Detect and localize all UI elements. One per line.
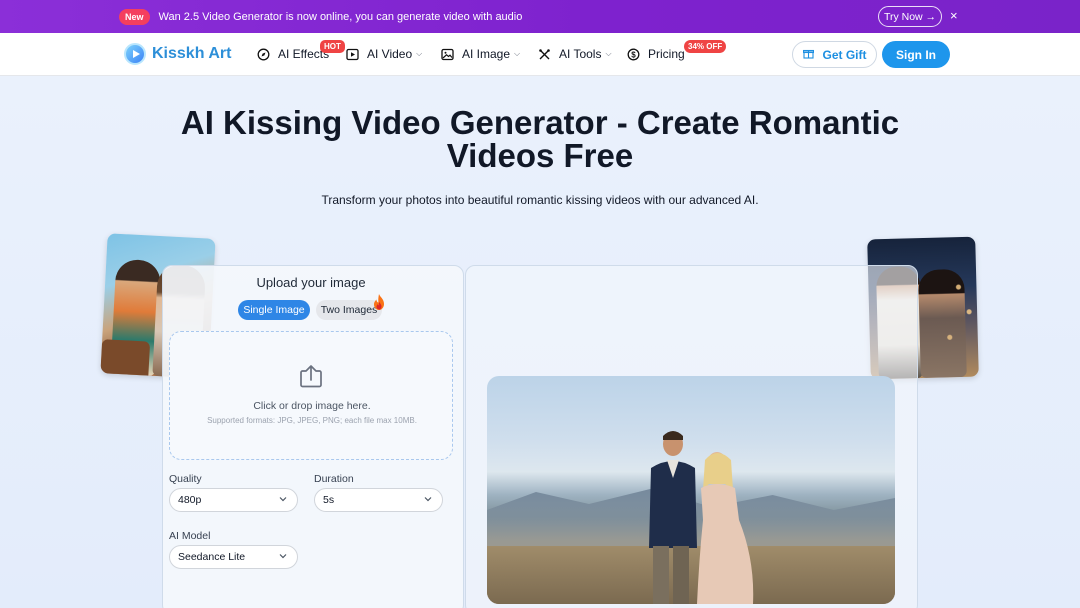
announcement-text: Wan 2.5 Video Generator is now online, y…: [158, 10, 523, 23]
video-play-icon: [346, 48, 359, 61]
chevron-down-icon: ⌵: [514, 49, 521, 58]
top-nav: Kisskh Art AI Effects HOT AI Video ⌵ AI …: [0, 33, 1080, 76]
try-now-button[interactable]: Try Now →: [878, 6, 942, 27]
tab-single-image[interactable]: Single Image: [238, 300, 310, 320]
nav-label-ai-video: AI Video: [367, 47, 413, 61]
quality-value: 480p: [178, 494, 202, 506]
upload-title: Upload your image: [256, 275, 366, 290]
chevron-down-icon: [279, 497, 287, 502]
page-title: AI Kissing Video Generator - Create Roma…: [180, 104, 900, 174]
discount-badge: 34% OFF: [684, 40, 727, 53]
chevron-down-icon: [279, 554, 287, 559]
new-badge: New: [119, 8, 150, 25]
chevron-down-icon: ⌵: [605, 49, 612, 58]
compass-icon: [257, 48, 270, 61]
nav-item-ai-image[interactable]: AI Image ⌵: [441, 47, 520, 61]
tools-icon: [538, 48, 551, 61]
page-subtitle: Transform your photos into beautiful rom…: [321, 193, 759, 207]
dollar-icon: $: [627, 48, 640, 61]
dropzone-text: Click or drop image here.: [253, 400, 371, 412]
nav-item-ai-effects[interactable]: AI Effects: [257, 47, 329, 61]
get-gift-button[interactable]: Get Gift: [792, 41, 877, 68]
logo-text: Kisskh Art: [152, 45, 232, 62]
upload-panel: Upload your image Single Image Two Image…: [162, 265, 464, 608]
hot-badge: HOT: [320, 40, 345, 53]
gift-icon: [802, 48, 814, 62]
logo-play-icon: [124, 43, 146, 65]
nav-item-ai-video[interactable]: AI Video ⌵: [346, 47, 422, 61]
image-dropzone[interactable]: Click or drop image here. Supported form…: [169, 331, 453, 460]
nav-item-ai-tools[interactable]: AI Tools ⌵: [538, 47, 612, 61]
duration-value: 5s: [323, 494, 335, 506]
duration-select[interactable]: 5s: [314, 488, 443, 512]
chevron-down-icon: [424, 497, 432, 502]
duration-label: Duration: [314, 473, 354, 485]
ai-model-label: AI Model: [169, 530, 211, 542]
logo[interactable]: Kisskh Art: [124, 43, 231, 65]
upload-icon: [300, 365, 322, 388]
chevron-down-icon: ⌵: [416, 49, 423, 58]
quality-select[interactable]: 480p: [169, 488, 298, 512]
svg-text:$: $: [631, 50, 636, 59]
nav-item-pricing[interactable]: $ Pricing: [627, 47, 685, 61]
announcement-bar: New Wan 2.5 Video Generator is now onlin…: [0, 0, 1080, 33]
nav-label-ai-image: AI Image: [462, 47, 511, 61]
sign-in-button[interactable]: Sign In: [882, 41, 950, 68]
get-gift-label: Get Gift: [822, 47, 867, 62]
nav-label-ai-tools: AI Tools: [559, 47, 602, 61]
quality-label: Quality: [169, 473, 202, 485]
fire-icon: [374, 294, 384, 310]
image-icon: [441, 48, 454, 61]
nav-label-pricing: Pricing: [648, 47, 685, 61]
dropzone-hint: Supported formats: JPG, JPEG, PNG; each …: [207, 416, 417, 425]
close-icon[interactable]: ×: [950, 8, 958, 23]
ai-model-value: Seedance Lite: [178, 551, 246, 563]
preview-image: [487, 376, 895, 604]
ai-model-select[interactable]: Seedance Lite: [169, 545, 298, 569]
